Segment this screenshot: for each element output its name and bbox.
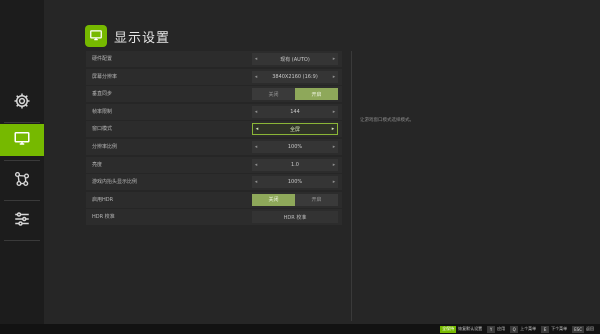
setting-select[interactable]: ◂ 100% ▸ bbox=[252, 176, 338, 189]
chevron-left-icon[interactable]: ◂ bbox=[252, 162, 260, 168]
vsync-toggle[interactable]: 关闭 开启 bbox=[252, 88, 338, 101]
setting-label: 分辨率比例 bbox=[92, 143, 118, 150]
setting-select[interactable]: ◂ 全屏 ▸ bbox=[252, 123, 338, 136]
toggle-off-option[interactable]: 关闭 bbox=[252, 88, 295, 101]
setting-value: 100% bbox=[287, 179, 303, 186]
setting-label: HDR 校准 bbox=[92, 214, 115, 221]
footer-hint-bar: 全保持 恢复默认设置 Y 应用 Q 上个菜单 E 下个菜单 ESC 返回 bbox=[0, 324, 600, 334]
hint-apply[interactable]: Y 应用 bbox=[487, 325, 506, 333]
chevron-left-icon[interactable]: ◂ bbox=[252, 74, 260, 80]
setting-description: 让游戏窗口模式选择模式。 bbox=[360, 118, 414, 123]
sliders-icon bbox=[13, 210, 31, 232]
setting-value: 全屏 bbox=[289, 126, 300, 133]
nav-active-caret bbox=[38, 137, 43, 147]
chevron-right-icon[interactable]: ▸ bbox=[330, 74, 338, 80]
hint-label: 下个菜单 bbox=[551, 326, 568, 331]
chevron-left-icon[interactable]: ◂ bbox=[252, 109, 260, 115]
hint-label: 恢复默认设置 bbox=[458, 326, 483, 331]
setting-row-render-scale[interactable]: 分辨率比例 ◂ 100% ▸ bbox=[86, 138, 342, 155]
setting-select[interactable]: ◂ 3840X2160 (16:9) ▸ bbox=[252, 70, 338, 83]
setting-value: 100% bbox=[287, 143, 303, 150]
setting-label: 硬件配置 bbox=[92, 56, 113, 62]
hint-label: 上个菜单 bbox=[520, 326, 537, 331]
hdr-toggle[interactable]: 关闭 开启 bbox=[252, 193, 338, 206]
setting-select[interactable]: ◂ 1.0 ▸ bbox=[252, 158, 338, 171]
hint-key: Y bbox=[487, 325, 496, 333]
hint-key: E bbox=[541, 325, 550, 333]
nav-item-network[interactable] bbox=[0, 163, 44, 199]
toggle-off-option[interactable]: 关闭 bbox=[252, 193, 295, 206]
hint-next-menu[interactable]: E 下个菜单 bbox=[541, 325, 568, 333]
hint-label: 应用 bbox=[497, 326, 506, 331]
hint-label: 返回 bbox=[586, 326, 594, 331]
setting-label: 帧率限制 bbox=[92, 108, 113, 115]
nav-item-general[interactable] bbox=[0, 85, 44, 121]
page-title-icon bbox=[85, 25, 107, 47]
settings-list: 硬件配置 ◂ 现有 (AUTO) ▸ 屏幕分辨率 ◂ 3840X2160 (16… bbox=[86, 51, 342, 227]
setting-row-hardware[interactable]: 硬件配置 ◂ 现有 (AUTO) ▸ bbox=[86, 51, 342, 67]
setting-row-vsync[interactable]: 垂直同步 关闭 开启 bbox=[86, 86, 342, 103]
network-icon bbox=[13, 170, 31, 192]
page-title: 显示设置 bbox=[114, 31, 171, 46]
setting-row-resolution[interactable]: 屏幕分辨率 ◂ 3840X2160 (16:9) ▸ bbox=[86, 68, 342, 85]
hint-key: 全保持 bbox=[440, 325, 457, 333]
toggle-on-option[interactable]: 开启 bbox=[295, 88, 338, 101]
setting-label: 启用HDR bbox=[92, 196, 114, 203]
hint-key: Q bbox=[510, 325, 519, 333]
chevron-right-icon[interactable]: ▸ bbox=[329, 126, 337, 132]
chevron-right-icon[interactable]: ▸ bbox=[330, 56, 338, 62]
setting-row-brightness[interactable]: 亮度 ◂ 1.0 ▸ bbox=[86, 156, 342, 173]
chevron-right-icon[interactable]: ▸ bbox=[330, 179, 338, 185]
setting-value: 144 bbox=[290, 108, 300, 115]
monitor-icon bbox=[89, 27, 103, 46]
toggle-on-option[interactable]: 开启 bbox=[295, 193, 338, 206]
chevron-left-icon[interactable]: ◂ bbox=[253, 126, 261, 132]
info-divider bbox=[351, 51, 352, 321]
setting-row-window-mode[interactable]: 窗口模式 ◂ 全屏 ▸ bbox=[86, 121, 342, 138]
setting-label: 窗口模式 bbox=[92, 126, 113, 133]
hint-key: ESC bbox=[572, 325, 584, 333]
hint-back[interactable]: ESC 返回 bbox=[572, 325, 594, 333]
setting-value: 现有 (AUTO) bbox=[280, 56, 310, 63]
hint-prev-menu[interactable]: Q 上个菜单 bbox=[510, 325, 537, 333]
setting-value: 1.0 bbox=[291, 161, 299, 168]
setting-row-framerate[interactable]: 帧率限制 ◂ 144 ▸ bbox=[86, 103, 342, 120]
setting-label: 亮度 bbox=[92, 161, 103, 168]
hint-restore-defaults[interactable]: 全保持 恢复默认设置 bbox=[440, 325, 483, 333]
chevron-left-icon[interactable]: ◂ bbox=[252, 56, 260, 62]
hdr-calibration-button[interactable]: HDR 校准 bbox=[252, 211, 338, 224]
gear-icon bbox=[13, 92, 31, 114]
chevron-right-icon[interactable]: ▸ bbox=[330, 144, 338, 150]
setting-row-hdr[interactable]: 启用HDR 关闭 开启 bbox=[86, 191, 342, 208]
chevron-right-icon[interactable]: ▸ bbox=[330, 109, 338, 115]
setting-select[interactable]: ◂ 100% ▸ bbox=[252, 140, 338, 153]
setting-label: 屏幕分辨率 bbox=[92, 73, 118, 80]
setting-row-hud-scale[interactable]: 游戏内抬头显示比例 ◂ 100% ▸ bbox=[86, 174, 342, 191]
chevron-left-icon[interactable]: ◂ bbox=[252, 144, 260, 150]
setting-label: 游戏内抬头显示比例 bbox=[92, 179, 138, 186]
setting-value: 3840X2160 (16:9) bbox=[272, 73, 318, 80]
setting-select[interactable]: ◂ 现有 (AUTO) ▸ bbox=[252, 53, 338, 65]
chevron-left-icon[interactable]: ◂ bbox=[252, 179, 260, 185]
setting-row-hdr-calibration[interactable]: HDR 校准 HDR 校准 bbox=[86, 209, 342, 226]
nav-item-controls[interactable] bbox=[0, 203, 44, 239]
nav-rail bbox=[0, 0, 44, 324]
setting-label: 垂直同步 bbox=[92, 91, 113, 98]
chevron-right-icon[interactable]: ▸ bbox=[330, 162, 338, 168]
monitor-icon bbox=[13, 129, 31, 151]
setting-select[interactable]: ◂ 144 ▸ bbox=[252, 105, 338, 118]
